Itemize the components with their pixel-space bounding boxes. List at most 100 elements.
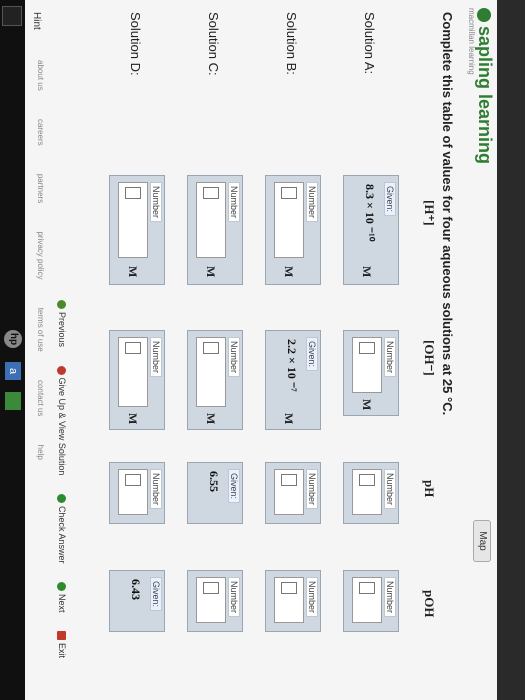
given-tag: Given: <box>150 577 162 612</box>
cell-b-ph: Number <box>265 462 321 524</box>
map-button[interactable]: Map <box>473 520 491 562</box>
answer-input-d-ph[interactable] <box>118 469 148 515</box>
answer-input-a-ph[interactable] <box>352 469 382 515</box>
exit-icon <box>56 631 66 641</box>
given-value-c-ph: 6.55 <box>207 471 221 492</box>
check-answer-button[interactable]: Check Answer <box>56 493 67 572</box>
header-ph: pH <box>422 480 437 498</box>
give-up-button[interactable]: Give Up & View Solution <box>56 365 67 484</box>
number-tag: Number <box>384 469 396 510</box>
number-tag: Number <box>306 182 318 223</box>
footer-help[interactable]: help <box>36 445 45 460</box>
exit-button[interactable]: Exit <box>56 631 67 666</box>
cell-d-poh-given: Given: 6.43 <box>109 570 165 632</box>
brand-logo: sapling learning macmillan learning <box>467 8 495 164</box>
number-tag: Number <box>384 337 396 378</box>
footer-careers[interactable]: careers <box>36 119 45 146</box>
previous-button[interactable]: Previous <box>56 300 67 355</box>
row-label-b: Solution B: <box>284 12 299 75</box>
cell-a-poh: Number <box>343 570 399 632</box>
unit-m: M <box>282 413 296 425</box>
number-tag: Number <box>306 469 318 510</box>
given-tag: Given: <box>306 337 318 372</box>
number-tag: Number <box>228 577 240 618</box>
hp-logo-icon: hp <box>4 330 22 348</box>
footer-privacy[interactable]: privacy policy <box>36 231 45 279</box>
question-nav: Previous Give Up & View Solution Check A… <box>51 300 67 690</box>
header-oh-minus: [OH⁻] <box>422 340 437 376</box>
exit-label: Exit <box>57 643 67 659</box>
unit-m: M <box>126 266 140 278</box>
number-tag: Number <box>150 337 162 378</box>
given-value-a-h: 8.3 × 10 ⁻¹⁰ <box>363 184 377 242</box>
cell-a-oh: Number M <box>343 330 399 416</box>
cell-b-oh-given: Given: 2.2 × 10 ⁻⁷ M <box>265 330 321 430</box>
give-up-label: Give Up & View Solution <box>57 377 67 476</box>
taskbar-app-b-icon[interactable] <box>5 392 21 410</box>
previous-icon <box>56 300 66 309</box>
row-label-a: Solution A: <box>362 12 377 75</box>
header-h-plus: [H⁺] <box>422 200 437 226</box>
given-value-b-oh: 2.2 × 10 ⁻⁷ <box>285 339 299 392</box>
cell-c-ph-given: Given: 6.55 <box>187 462 243 524</box>
answer-input-d-h[interactable] <box>118 182 148 258</box>
row-label-c: Solution C: <box>206 12 221 76</box>
footer-partners[interactable]: partners <box>36 174 45 203</box>
screenshot-stage: sapling learning macmillan learning Map … <box>0 0 525 700</box>
answer-input-c-h[interactable] <box>196 182 226 258</box>
number-tag: Number <box>150 469 162 510</box>
cell-c-poh: Number <box>187 570 243 632</box>
number-tag: Number <box>384 577 396 618</box>
given-tag: Given: <box>384 182 396 217</box>
cell-b-h: Number M <box>265 175 321 285</box>
windows-icon[interactable] <box>2 6 22 26</box>
unit-m: M <box>126 413 140 425</box>
top-bezel <box>497 0 525 700</box>
given-tag: Given: <box>228 469 240 504</box>
cell-a-ph: Number <box>343 462 399 524</box>
footer-terms[interactable]: terms of use <box>36 308 45 352</box>
answer-input-c-oh[interactable] <box>196 337 226 407</box>
next-button[interactable]: Next <box>56 581 67 621</box>
answer-input-c-poh[interactable] <box>196 577 226 623</box>
footer-links: about us careers partners privacy policy… <box>36 60 45 486</box>
hint-link[interactable]: Hint <box>31 12 42 30</box>
answer-input-b-h[interactable] <box>274 182 304 258</box>
brand-badge-icon <box>476 8 491 22</box>
taskbar-app-a-icon[interactable]: a <box>5 362 21 380</box>
cell-c-oh: Number M <box>187 330 243 430</box>
cell-d-ph: Number <box>109 462 165 524</box>
check-icon <box>56 493 66 503</box>
cell-d-oh: Number M <box>109 330 165 430</box>
sapling-content: sapling learning macmillan learning Map … <box>25 0 497 700</box>
footer-contact[interactable]: contact us <box>36 380 45 416</box>
unit-m: M <box>360 266 374 278</box>
cell-d-h: Number M <box>109 175 165 285</box>
answer-input-b-ph[interactable] <box>274 469 304 515</box>
hint-label: Hint <box>31 12 42 30</box>
check-label: Check Answer <box>57 505 67 564</box>
unit-m: M <box>204 266 218 278</box>
answer-input-a-poh[interactable] <box>352 577 382 623</box>
answer-input-a-oh[interactable] <box>352 337 382 393</box>
next-icon <box>56 581 66 591</box>
number-tag: Number <box>228 337 240 378</box>
answer-input-d-oh[interactable] <box>118 337 148 407</box>
number-tag: Number <box>150 182 162 223</box>
footer-about[interactable]: about us <box>36 60 45 91</box>
number-tag: Number <box>228 182 240 223</box>
give-up-icon <box>56 365 66 375</box>
unit-m: M <box>282 266 296 278</box>
instruction-text: Complete this table of values for four a… <box>440 12 455 416</box>
row-label-d: Solution D: <box>128 12 143 76</box>
previous-label: Previous <box>57 312 67 348</box>
rotated-page: sapling learning macmillan learning Map … <box>0 0 525 700</box>
cell-c-h: Number M <box>187 175 243 285</box>
unit-m: M <box>204 413 218 425</box>
answer-input-b-poh[interactable] <box>274 577 304 623</box>
next-label: Next <box>57 593 67 613</box>
cell-b-poh: Number <box>265 570 321 632</box>
header-poh: pOH <box>422 590 437 618</box>
taskbar: hp a <box>0 0 25 700</box>
unit-m: M <box>360 399 374 411</box>
